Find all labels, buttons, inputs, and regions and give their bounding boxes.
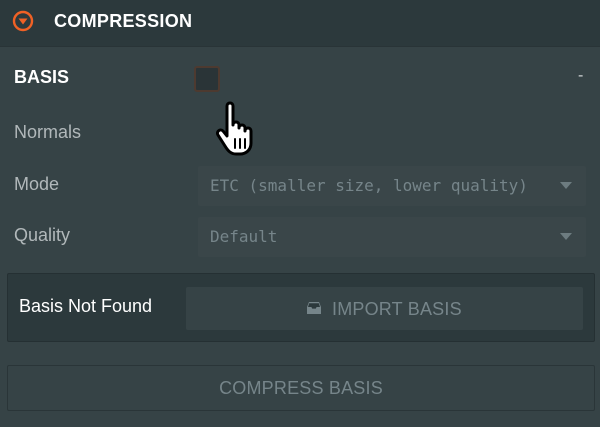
archive-icon (307, 302, 321, 314)
normals-label: Normals (14, 122, 82, 142)
mode-select[interactable]: ETC (smaller size, lower quality) (198, 166, 586, 206)
mode-select-value: ETC (smaller size, lower quality) (210, 176, 528, 195)
basis-not-found-box: Basis Not Found IMPORT BASIS (7, 273, 595, 342)
chevron-down-icon (560, 233, 572, 240)
mode-label: Mode (14, 174, 60, 194)
hand-pointer-icon (216, 101, 253, 156)
basis-trailing-dash: - (578, 67, 584, 84)
basis-label: BASIS (14, 67, 70, 87)
import-basis-label: IMPORT BASIS (332, 299, 462, 319)
basis-not-found-label: Basis Not Found (19, 296, 153, 316)
chevron-down-circle-icon[interactable] (12, 10, 34, 32)
basis-checkbox[interactable] (194, 66, 220, 92)
quality-label: Quality (14, 225, 71, 245)
compression-panel: COMPRESSION BASIS - Normals Mode ETC (sm… (0, 0, 600, 427)
compress-basis-button[interactable]: COMPRESS BASIS (7, 365, 595, 411)
import-basis-button[interactable]: IMPORT BASIS (186, 287, 583, 330)
quality-select[interactable]: Default (198, 217, 586, 257)
quality-select-value: Default (210, 227, 278, 246)
panel-header[interactable]: COMPRESSION (0, 0, 600, 47)
chevron-down-icon (560, 182, 572, 189)
panel-title: COMPRESSION (54, 11, 193, 31)
